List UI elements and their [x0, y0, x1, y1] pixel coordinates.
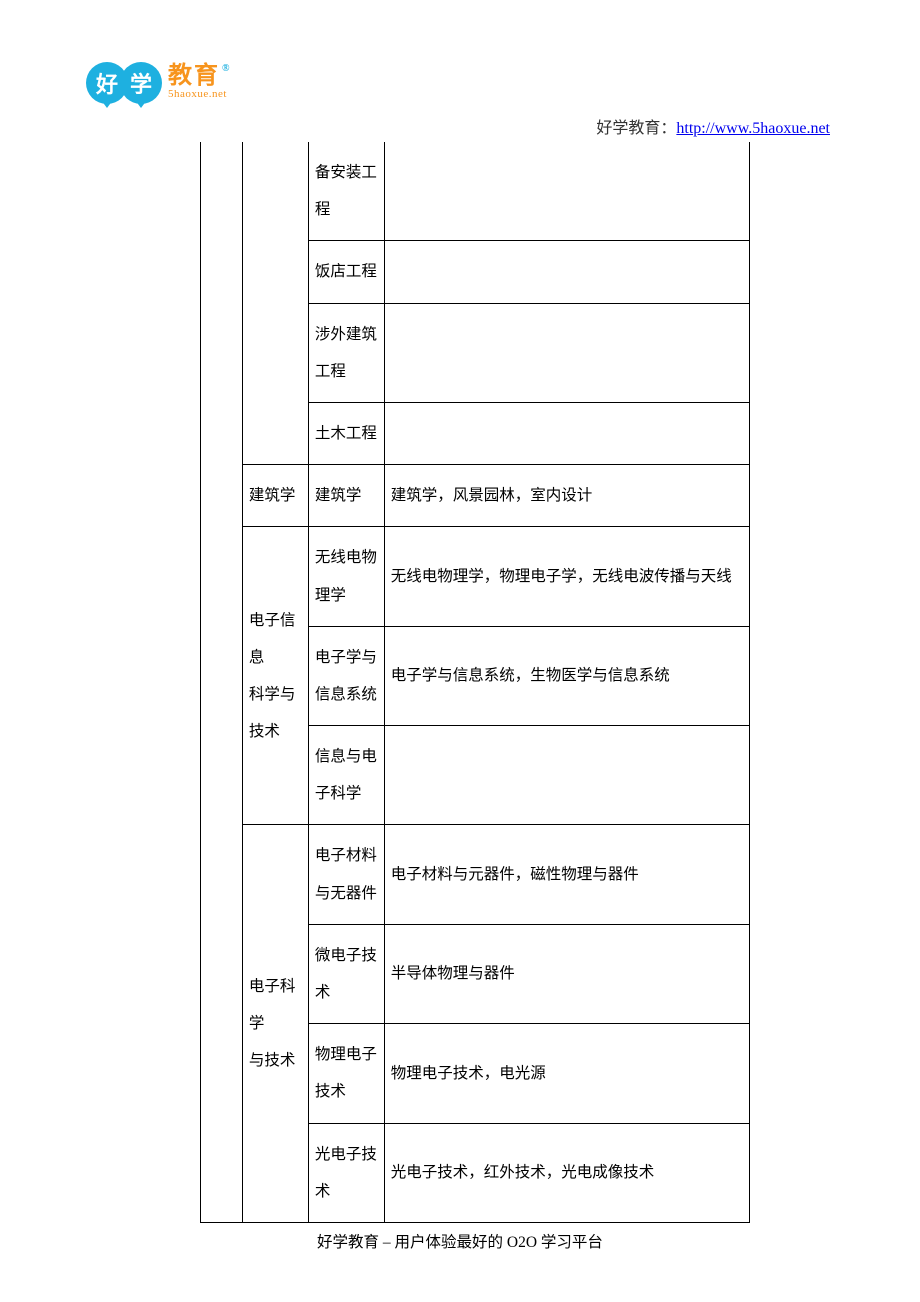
logo-bubbles: 好 学 [86, 62, 162, 104]
logo-edu-sub: 5haoxue.net [168, 88, 231, 101]
table-cell-major: 土木工程 [308, 402, 384, 464]
header-label: 好学教育： [596, 120, 676, 137]
table-cell-detail: 建筑学，风景园林，室内设计 [384, 465, 749, 527]
logo-char-1: 好 [96, 67, 118, 99]
col2-line: 科学与 [249, 686, 296, 703]
table-row: 电子科 学 与技术 电子材料与无器件 电子材料与元器件，磁性物理与器件 [201, 825, 750, 924]
table-row: 备安装工程 [201, 142, 750, 241]
footer: 好学教育 – 用户体验最好的 O2O 学习平台 [0, 1230, 920, 1252]
logo-education: 教育® 5haoxue.net [168, 64, 231, 101]
table-cell-major: 电子学与信息系统 [308, 626, 384, 725]
table-row: 建筑学 建筑学 建筑学，风景园林，室内设计 [201, 465, 750, 527]
logo: 好 学 教育® 5haoxue.net [86, 62, 231, 104]
footer-text: 好学教育 – 用户体验最好的 O2O 学习平台 [317, 1234, 603, 1251]
col2-line: 技术 [249, 723, 280, 740]
table-cell-major: 微电子技术 [308, 924, 384, 1023]
table-cell-major: 信息与电子科学 [308, 726, 384, 825]
table-col2-group0 [242, 142, 308, 465]
col2-line: 电子科 [249, 978, 296, 995]
table-cell-major: 备安装工程 [308, 142, 384, 241]
col2-line: 与技术 [249, 1052, 296, 1069]
bubble-tail-icon [101, 100, 113, 108]
table-cell-detail [384, 726, 749, 825]
registered-icon: ® [222, 63, 231, 74]
table-cell-detail [384, 402, 749, 464]
table-cell-detail: 物理电子技术，电光源 [384, 1024, 749, 1123]
header-link[interactable]: http://www.5haoxue.net [676, 120, 830, 137]
table-cell-major: 物理电子技术 [308, 1024, 384, 1123]
header-right: 好学教育：http://www.5haoxue.net [596, 114, 830, 138]
table-cell-major: 光电子技术 [308, 1123, 384, 1222]
logo-edu-text: 教育 [168, 63, 220, 89]
table-cell-detail: 电子学与信息系统，生物医学与信息系统 [384, 626, 749, 725]
table-col1 [201, 142, 243, 1222]
table-cell-detail [384, 241, 749, 303]
bubble-tail-icon [135, 100, 147, 108]
col2-line: 息 [249, 649, 265, 666]
table-cell-major: 饭店工程 [308, 241, 384, 303]
table-cell-major: 建筑学 [308, 465, 384, 527]
table-cell-major: 涉外建筑工程 [308, 303, 384, 402]
table-cell-major: 电子材料与无器件 [308, 825, 384, 924]
logo-char-2: 学 [130, 67, 152, 99]
logo-edu-main: 教育® [168, 64, 231, 88]
table-cell-detail [384, 303, 749, 402]
table-cell-detail: 半导体物理与器件 [384, 924, 749, 1023]
table-cell-detail: 无线电物理学，物理电子学，无线电波传播与天线 [384, 527, 749, 626]
table-cell-detail: 光电子技术，红外技术，光电成像技术 [384, 1123, 749, 1222]
table-col2-eie: 电子信 息 科学与 技术 [242, 527, 308, 825]
majors-table-container: 备安装工程 饭店工程 涉外建筑工程 土木工程 建筑学 建筑学 建筑学，风景园林，… [200, 142, 750, 1223]
col2-line: 学 [249, 1015, 265, 1032]
col2-line: 电子信 [249, 612, 296, 629]
majors-table: 备安装工程 饭店工程 涉外建筑工程 土木工程 建筑学 建筑学 建筑学，风景园林，… [200, 142, 750, 1223]
table-row: 电子信 息 科学与 技术 无线电物理学 无线电物理学，物理电子学，无线电波传播与… [201, 527, 750, 626]
table-col2-architecture: 建筑学 [242, 465, 308, 527]
table-cell-detail: 电子材料与元器件，磁性物理与器件 [384, 825, 749, 924]
table-cell-major: 无线电物理学 [308, 527, 384, 626]
logo-bubble-left: 好 [86, 62, 128, 104]
table-cell-detail [384, 142, 749, 241]
table-col2-est: 电子科 学 与技术 [242, 825, 308, 1223]
